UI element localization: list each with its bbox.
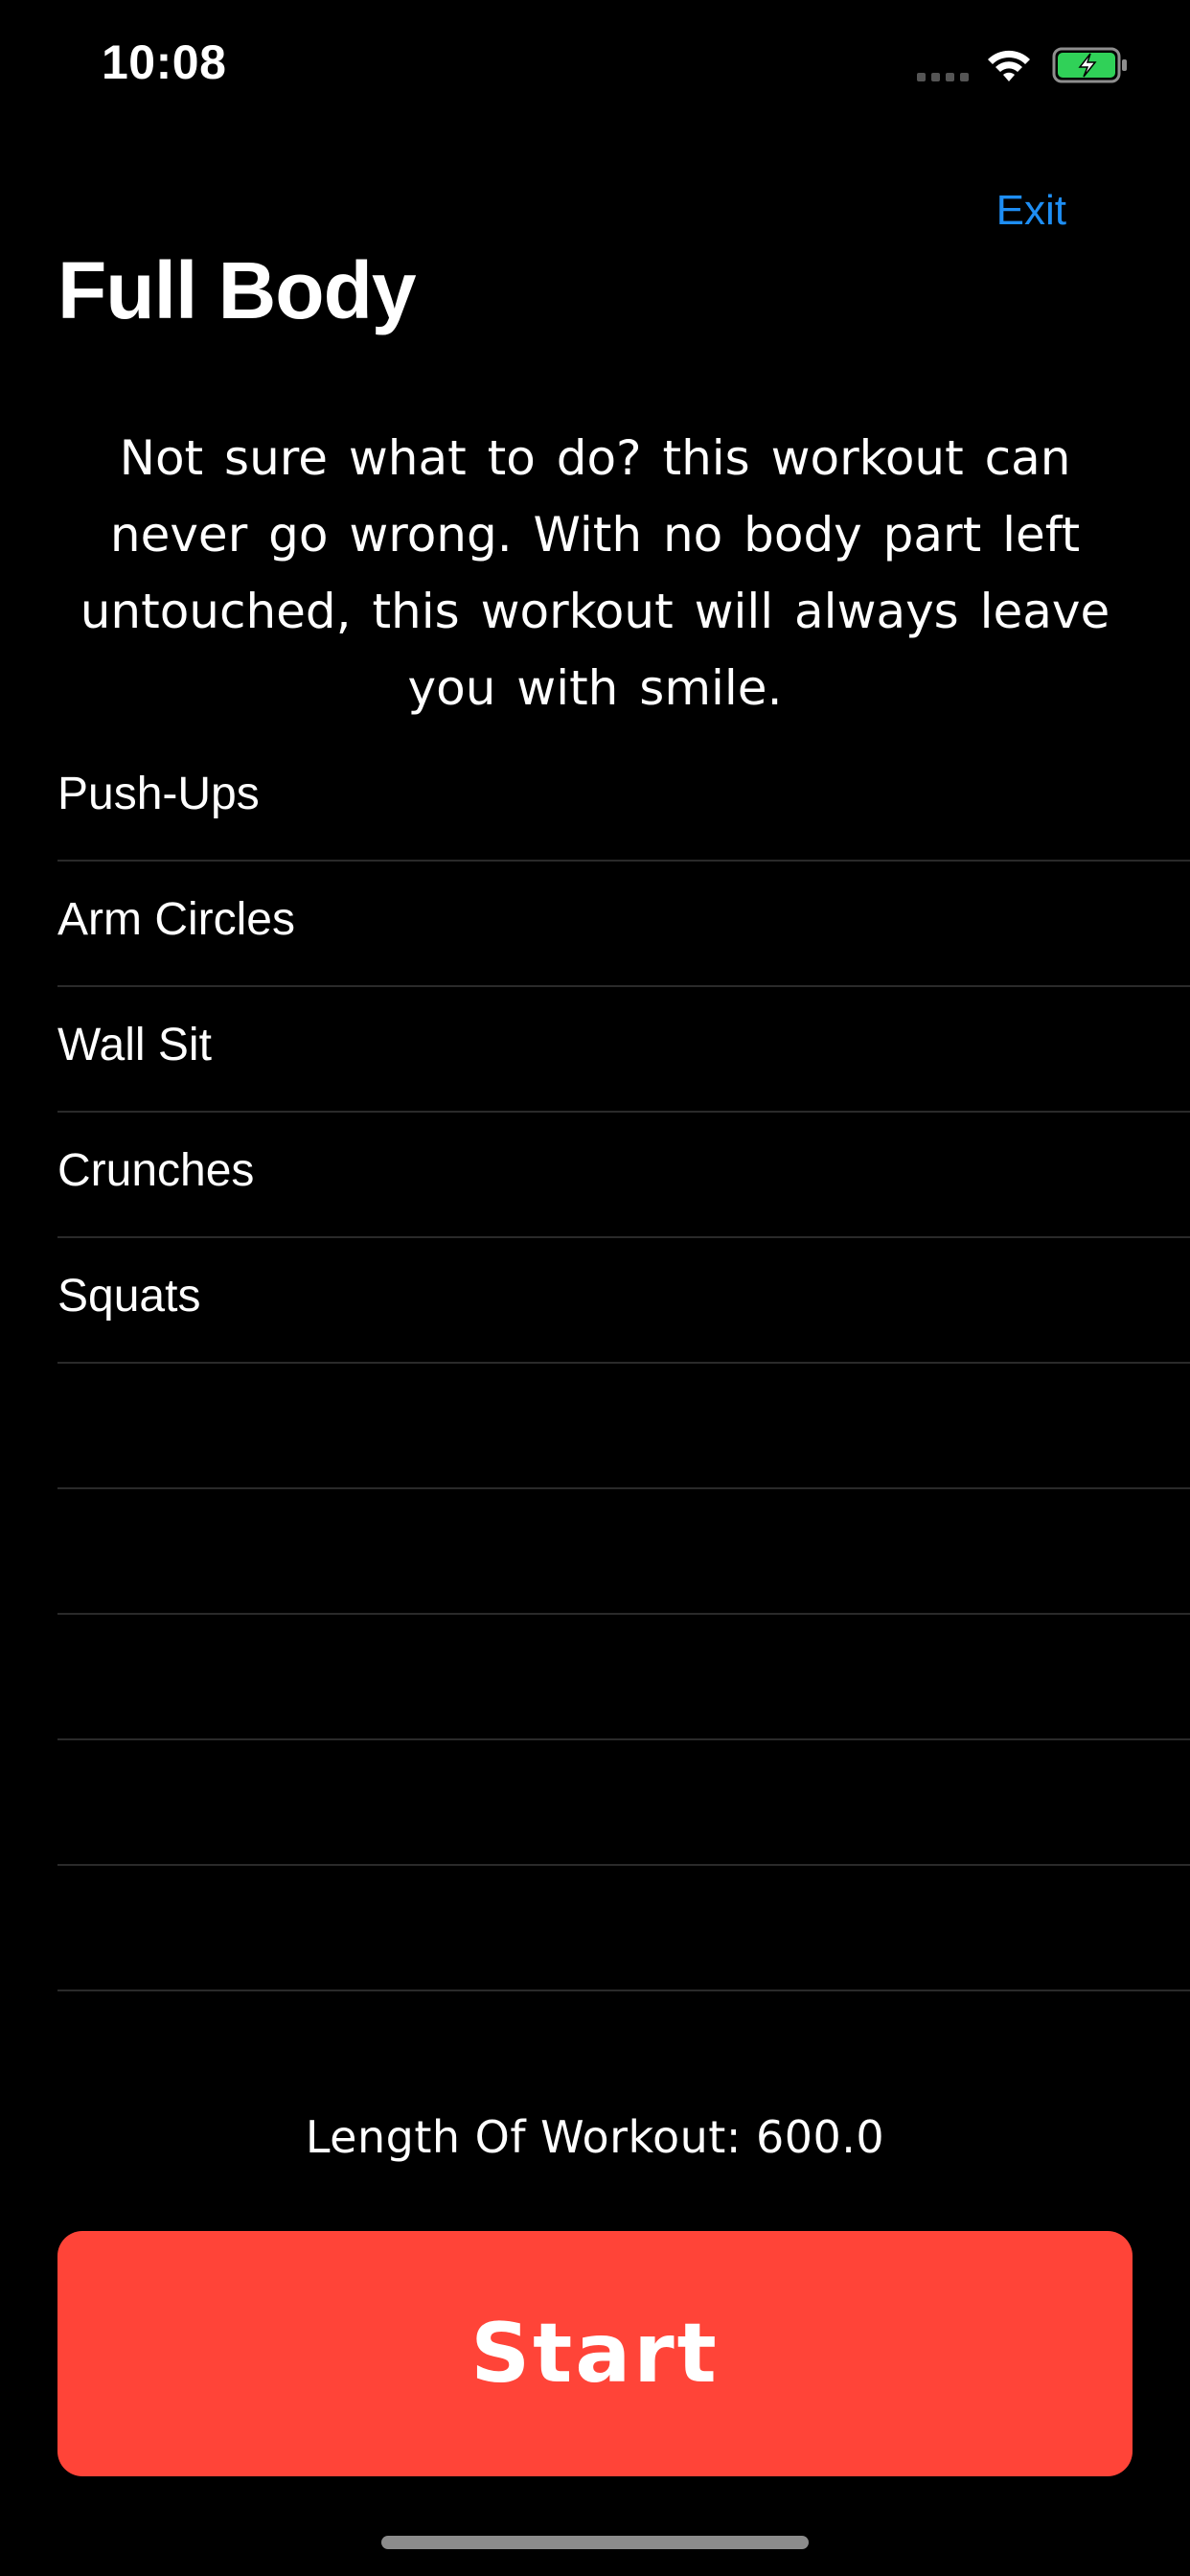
exercise-row[interactable]: Arm Circles [57, 862, 1190, 987]
exercise-name: Wall Sit [57, 1020, 212, 1070]
empty-row [57, 1615, 1190, 1740]
exercise-row[interactable]: Wall Sit [57, 987, 1190, 1113]
page-title: Full Body [57, 245, 417, 335]
empty-row [57, 1740, 1190, 1866]
exercise-list: Push-Ups Arm Circles Wall Sit Crunches S… [57, 736, 1190, 1991]
wifi-icon [988, 50, 1030, 81]
workout-length: Length Of Workout: 600.0 [305, 2111, 885, 2163]
workout-description: Not sure what to do? this workout can ne… [80, 430, 1110, 716]
status-time: 10:08 [102, 35, 227, 89]
exercise-name: Crunches [57, 1145, 255, 1196]
home-indicator[interactable] [381, 2536, 809, 2549]
start-button[interactable]: Start [57, 2231, 1133, 2476]
exercise-name: Push-Ups [57, 769, 260, 819]
status-bar: 10:08 [0, 0, 1190, 129]
empty-row [57, 1364, 1190, 1489]
exercise-name: Squats [57, 1271, 201, 1322]
exercise-name: Arm Circles [57, 894, 295, 945]
empty-row [57, 1489, 1190, 1615]
battery-charging-icon [1052, 47, 1127, 83]
exercise-row[interactable]: Push-Ups [57, 736, 1190, 862]
signal-icon [917, 73, 971, 82]
exercise-row[interactable]: Crunches [57, 1113, 1190, 1238]
exit-button[interactable]: Exit [996, 187, 1066, 235]
exercise-row[interactable]: Squats [57, 1238, 1190, 1364]
empty-row [57, 1866, 1190, 1991]
